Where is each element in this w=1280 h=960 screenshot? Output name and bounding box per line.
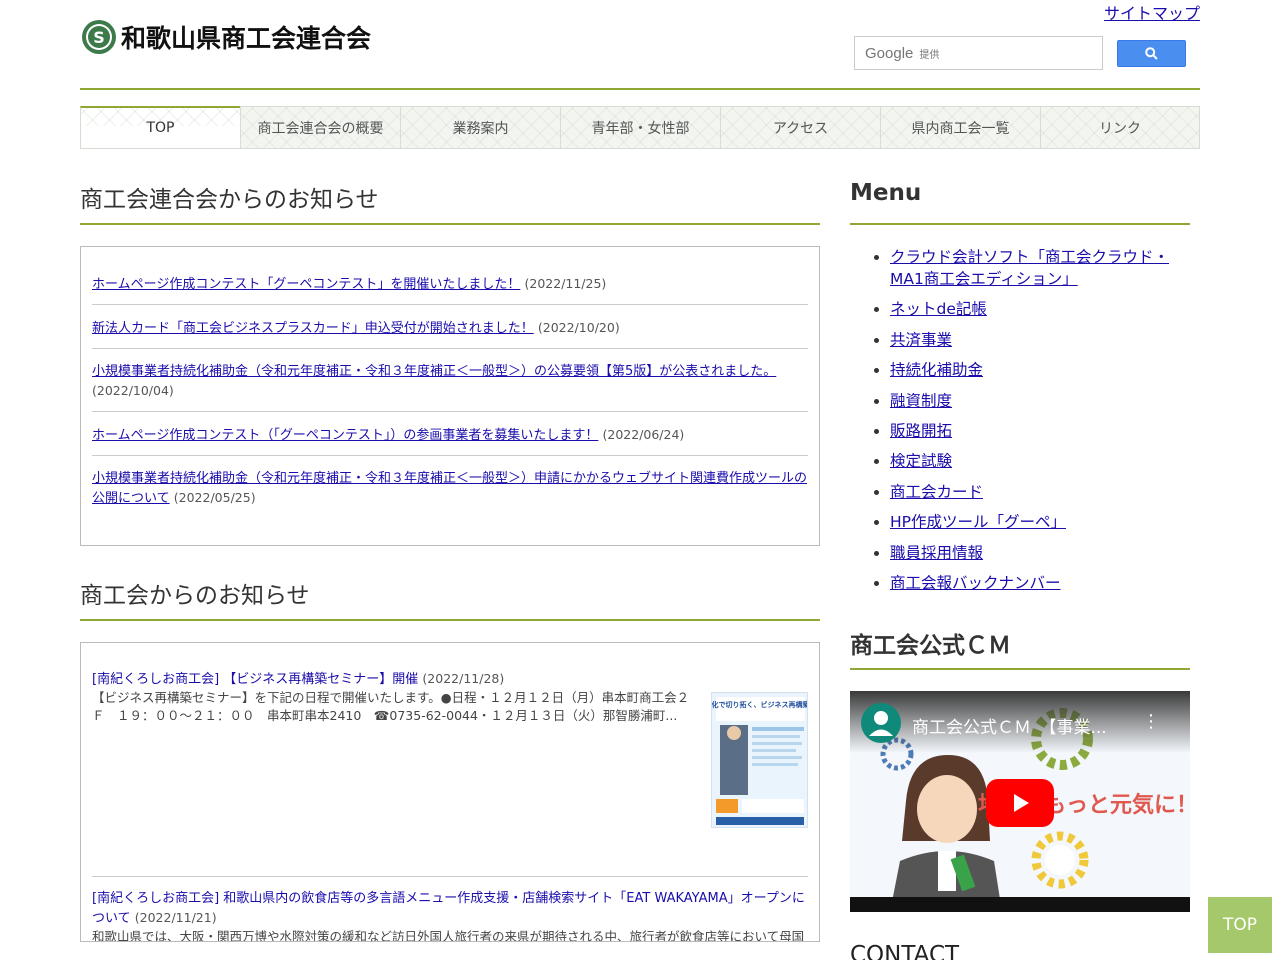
nav-item-access[interactable]: アクセス [720, 106, 880, 149]
news-excerpt: 和歌山県では、大阪・関西万博や水際対策の緩和など訪日外国人旅行者の来県が期待され… [92, 929, 805, 942]
menu-item: 融資制度 [890, 390, 1190, 412]
site-title: 和歌山県商工会連合会 [121, 24, 372, 53]
menu-item: 販路開拓 [890, 420, 1190, 442]
cm-title: 商工会公式ＣＭ [850, 633, 1011, 659]
news-date: (2022/10/20) [537, 320, 620, 335]
menu-item: 職員採用情報 [890, 542, 1190, 564]
svg-text:S: S [93, 28, 105, 47]
news-link[interactable]: 新法人カード「商工会ビジネスプラスカード」申込受付が開始されました！ [92, 321, 534, 336]
menu-link-financing[interactable]: 融資制度 [890, 392, 952, 410]
menu-link-goope[interactable]: HP作成ツール「グーペ」 [890, 513, 1066, 531]
seminar-flyer-image: デジタル化で切り拓く、ビジネス再構築セミナー [712, 693, 808, 827]
menu-link-card[interactable]: 商工会カード [890, 483, 983, 501]
menu-link-net-bookkeeping[interactable]: ネットde記帳 [890, 300, 987, 318]
nav-item-links[interactable]: リンク [1040, 106, 1200, 149]
video-title[interactable]: 商工会公式ＣＭ 【事業... [912, 713, 1107, 738]
federation-news-title: 商工会連合会からのお知らせ [80, 187, 379, 213]
chamber-news-title: 商工会からのお知らせ [80, 583, 310, 609]
news-date: (2022/11/25) [524, 276, 607, 291]
nav-item-services[interactable]: 業務案内 [400, 106, 560, 149]
news-thumbnail[interactable]: デジタル化で切り拓く、ビジネス再構築セミナー [711, 692, 808, 828]
menu-item: 商工会報バックナンバー [890, 572, 1190, 594]
sitemap-link[interactable]: サイトマップ [1104, 0, 1200, 24]
menu-item: 商工会カード [890, 481, 1190, 503]
nav-item-chamber-list[interactable]: 県内商工会一覧 [880, 106, 1040, 149]
menu-item: 検定試験 [890, 450, 1190, 472]
search-input[interactable]: Google 提供 [854, 36, 1103, 70]
news-link[interactable]: ホームページ作成コンテスト「グーペコンテスト」を開催いたしました！ [92, 277, 520, 292]
chamber-news-box: [南紀くろしお商工会] 【ビジネス再構築セミナー】開催 (2022/11/28)… [80, 642, 820, 942]
search-button[interactable] [1117, 40, 1186, 67]
nav-item-top[interactable]: TOP [80, 106, 240, 149]
menu-link-newsletter[interactable]: 商工会報バックナンバー [890, 574, 1061, 592]
back-to-top-button[interactable]: TOP [1208, 897, 1272, 953]
list-item: 小規模事業者持続化補助金（令和元年度補正・令和３年度補正＜一般型＞）の公募要領【… [92, 349, 808, 412]
video-player[interactable]: 商工会公式ＣＭ 【事業... ⋮ 地域をもっと元気に！ [850, 691, 1190, 912]
nav-item-overview[interactable]: 商工会連合会の概要 [240, 106, 400, 149]
news-date: (2022/05/25) [173, 490, 256, 505]
search-brand-label: Google [865, 44, 914, 62]
menu-item: 共済事業 [890, 329, 1190, 351]
news-link[interactable]: ホームページ作成コンテスト（「グーペコンテスト」）の参画事業者を募集いたします！ [92, 428, 598, 443]
list-item: [南紀くろしお商工会] 【ビジネス再構築セミナー】開催 (2022/11/28)… [92, 663, 808, 877]
news-date: (2022/06/24) [602, 427, 685, 442]
header-divider [80, 88, 1200, 90]
menu-item: ネットde記帳 [890, 298, 1190, 320]
menu-item: HP作成ツール「グーペ」 [890, 511, 1190, 533]
logo-emblem-icon: S [82, 20, 116, 54]
menu-link-certification[interactable]: 検定試験 [890, 452, 952, 470]
cm-divider [850, 668, 1190, 670]
list-item: ホームページ作成コンテスト「グーペコンテスト」を開催いたしました！ (2022/… [92, 261, 808, 305]
news-date: (2022/11/21) [134, 910, 217, 925]
chamber-news-divider [80, 619, 820, 621]
list-item: 小規模事業者持続化補助金（令和元年度補正・令和３年度補正＜一般型＞）申請にかかる… [92, 456, 808, 518]
more-options-icon[interactable]: ⋮ [1142, 711, 1160, 732]
search-provided-label: 提供 [919, 49, 940, 61]
main-nav: TOP 商工会連合会の概要 業務案内 青年部・女性部 アクセス 県内商工会一覧 … [80, 106, 1200, 149]
menu-title: Menu [850, 180, 922, 206]
channel-avatar-icon[interactable] [861, 703, 901, 743]
nav-item-youth-women[interactable]: 青年部・女性部 [560, 106, 720, 149]
search-icon [1145, 47, 1158, 60]
menu-link-cloud-accounting[interactable]: クラウド会計ソフト「商工会クラウド・MA1商工会エディション」 [890, 248, 1169, 288]
menu-link-recruitment[interactable]: 職員採用情報 [890, 544, 983, 562]
contact-title: CONTACT [850, 942, 960, 960]
news-date: (2022/11/28) [422, 671, 505, 686]
side-menu: クラウド会計ソフト「商工会クラウド・MA1商工会エディション」 ネットde記帳 … [890, 246, 1190, 602]
menu-link-mutual-aid[interactable]: 共済事業 [890, 331, 952, 349]
news-link[interactable]: 小規模事業者持続化補助金（令和元年度補正・令和３年度補正＜一般型＞）の公募要領【… [92, 364, 776, 379]
menu-link-subsidy[interactable]: 持続化補助金 [890, 361, 983, 379]
menu-item: 持続化補助金 [890, 359, 1190, 381]
list-item: [南紀くろしお商工会] 和歌山県内の飲食店等の多言語メニュー作成支援・店舗検索サ… [92, 877, 808, 942]
menu-link-sales-channel[interactable]: 販路開拓 [890, 422, 952, 440]
federation-news-box: ホームページ作成コンテスト「グーペコンテスト」を開催いたしました！ (2022/… [80, 246, 820, 546]
play-button[interactable] [986, 779, 1054, 827]
site-logo[interactable]: S 和歌山県商工会連合会 [81, 19, 371, 55]
play-icon [1014, 794, 1029, 812]
flyer-heading-line1: デジタル化で切り拓く、ビジネス再構築セミナー [712, 700, 808, 709]
news-excerpt: 【ビジネス再構築セミナー】を下記の日程で開催いたします。●日程・１２月１２日（月… [92, 690, 690, 723]
news-link[interactable]: [南紀くろしお商工会] 【ビジネス再構築セミナー】開催 [92, 672, 418, 687]
video-bottom-bar [850, 897, 1190, 912]
list-item: ホームページ作成コンテスト（「グーペコンテスト」）の参画事業者を募集いたします！… [92, 412, 808, 456]
news-date: (2022/10/04) [92, 383, 174, 398]
federation-news-divider [80, 223, 820, 225]
menu-item: クラウド会計ソフト「商工会クラウド・MA1商工会エディション」 [890, 246, 1190, 290]
list-item: 新法人カード「商工会ビジネスプラスカード」申込受付が開始されました！ (2022… [92, 305, 808, 349]
menu-divider [850, 223, 1190, 225]
